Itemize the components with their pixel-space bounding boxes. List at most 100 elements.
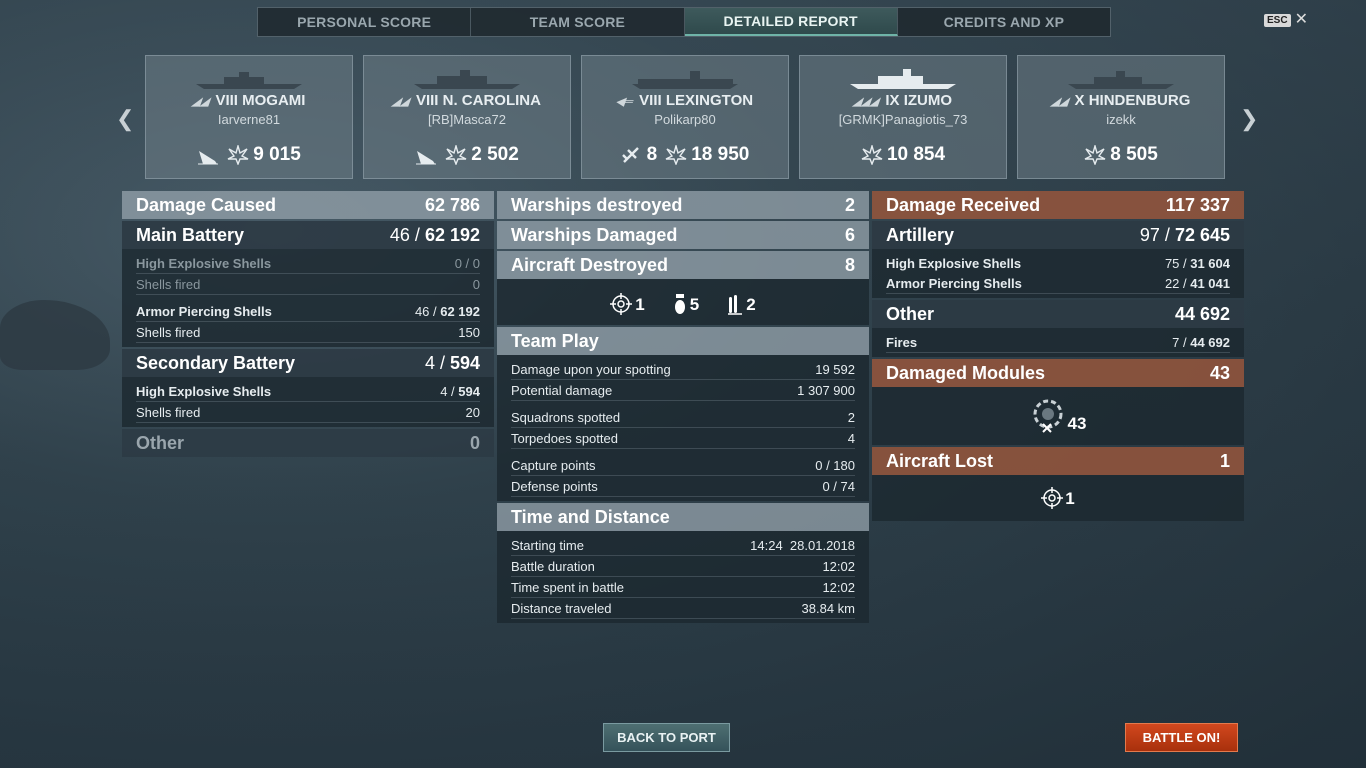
close-icon[interactable]: ✕: [1295, 12, 1308, 28]
damage-value: 594: [458, 383, 480, 399]
stat: 8: [621, 144, 657, 166]
stat: 10 854: [861, 144, 945, 166]
row-label: Damage upon your spotting: [511, 361, 671, 377]
header-value: 0: [469, 432, 480, 453]
header-value: 8: [844, 254, 855, 275]
row-label: Armor Piercing Shells: [886, 275, 1022, 291]
header-value: 2: [844, 194, 855, 215]
row-value: 14:24 28.01.2018: [750, 537, 855, 553]
ship-silhouette-icon: [1068, 71, 1174, 89]
damaged-modules-details: 43: [872, 387, 1244, 445]
torpedo-value: 2: [746, 295, 756, 314]
stat-row: Capture points 0 / 180: [511, 455, 855, 476]
ship-stats: 2 502: [364, 144, 570, 166]
stat-row: High Explosive Shells 0 / 0: [136, 253, 480, 274]
sinking-ship-icon: [198, 151, 219, 165]
header-label: Secondary Battery: [136, 352, 296, 373]
ship-stats: 10 854: [800, 144, 1006, 166]
row-value: 38.84 km: [801, 600, 855, 616]
stat-row: Time spent in battle 12:02: [511, 577, 855, 598]
row-label: Squadrons spotted: [511, 409, 621, 425]
header-label: Damage Caused: [136, 194, 277, 215]
aircraft-icons: 1 5 2: [511, 283, 855, 321]
ship-stats: 8 505: [1018, 144, 1224, 166]
tab-team-score[interactable]: TEAM SCORE: [471, 8, 685, 36]
header-value: 97 / 72 645: [1140, 225, 1230, 246]
stat-row: Potential damage 1 307 900: [511, 380, 855, 401]
stat-row: Shells fired 0: [136, 274, 480, 295]
row-label: Time spent in battle: [511, 579, 624, 595]
row-value: 12:02: [822, 558, 855, 574]
artillery-details: High Explosive Shells 75 / 31 604 Armor P…: [872, 249, 1244, 298]
battle-on-button[interactable]: BATTLE ON!: [1125, 723, 1238, 752]
ship-name-text: VIII N. CAROLINA: [415, 92, 541, 109]
tab-detailed-report[interactable]: DETAILED REPORT: [684, 8, 898, 36]
row-value: 2: [847, 409, 855, 425]
other-received-details: Fires 7 / 44 692: [872, 328, 1244, 357]
stat-row: Starting time 14:24 28.01.2018: [511, 535, 855, 556]
damage-value: 41 041: [1190, 275, 1230, 291]
crosshair-icon: [1041, 487, 1064, 509]
header-value: 46 / 62 192: [390, 225, 480, 246]
tab-personal-score[interactable]: PERSONAL SCORE: [258, 8, 472, 36]
damage-received-header: Damage Received 117 337: [872, 191, 1244, 219]
main-battery-details: High Explosive Shells 0 / 0 Shells fired 0…: [122, 249, 494, 347]
stat-row: Squadrons spotted 2: [511, 407, 855, 428]
ship-stats: 9 015: [146, 144, 352, 166]
row-label: Armor Piercing Shells: [136, 303, 272, 319]
ship-card[interactable]: ◢◢ VIII MOGAMI Iarverne81 9 015: [145, 55, 353, 179]
header-label: Other: [886, 303, 935, 324]
damage-value: 8 505: [1110, 144, 1158, 165]
bomb-icon: [674, 294, 685, 314]
damage-value: 62 192: [424, 224, 480, 245]
row-label: High Explosive Shells: [136, 255, 272, 271]
row-label: Shells fired: [136, 404, 201, 420]
esc-close[interactable]: ESC ✕: [1264, 12, 1308, 28]
ship-carousel: ◢◢ VIII MOGAMI Iarverne81 9 015 ◢◢ VIII N.…: [145, 55, 1225, 179]
ship-card[interactable]: ◢◢ X HINDENBURG izekk 8 505: [1017, 55, 1225, 179]
row-value: 20: [465, 404, 480, 420]
ship-class-icon: ◢◢: [190, 96, 212, 108]
row-value: 4 / 594: [440, 384, 480, 399]
tab-credits-xp[interactable]: CREDITS AND XP: [898, 8, 1110, 36]
carousel-prev-arrow-icon[interactable]: ❮: [116, 106, 134, 132]
ship-card[interactable]: ◢◢◢ IX IZUMO [GRMK]Panagiotis_73 10 854: [799, 55, 1007, 179]
header-label: Damaged Modules: [886, 362, 1046, 383]
ship-class-icon: ◀═: [614, 96, 636, 108]
ship-name-text: IX IZUMO: [885, 92, 953, 109]
stat-row: Defense points 0 / 74: [511, 476, 855, 497]
fighter-stat: 1: [610, 293, 645, 315]
aircraft-lost-header: Aircraft Lost 1: [872, 447, 1244, 475]
other-header: Other 0: [122, 429, 494, 457]
ship-class-icon: ◢◢: [390, 96, 412, 108]
stat-row: Armor Piercing Shells 46 / 62 192: [136, 301, 480, 322]
carousel-next-arrow-icon[interactable]: ❯: [1240, 106, 1258, 132]
damaged-modules-header: Damaged Modules 43: [872, 359, 1244, 387]
header-label: Main Battery: [136, 224, 245, 245]
row-label: Shells fired: [136, 324, 201, 340]
stat-row: Fires 7 / 44 692: [886, 332, 1230, 353]
damaged-module-icon: [1033, 399, 1063, 433]
back-to-port-button[interactable]: BACK TO PORT: [603, 723, 730, 752]
ship-card[interactable]: ◀═ VIII LEXINGTON Polikarp80 8 18 950: [581, 55, 789, 179]
torpedo-stat: 2: [727, 293, 756, 315]
row-label: Distance traveled: [511, 600, 612, 616]
stat: 9 015: [227, 144, 301, 166]
team-play-details: Damage upon your spotting 19 592 Potentia…: [497, 355, 869, 501]
hits-value: 4 /: [424, 352, 450, 373]
main-battery-header: Main Battery 46 / 62 192: [122, 221, 494, 249]
ship-name-text: VIII LEXINGTON: [639, 92, 754, 109]
damage-value: 31 604: [1190, 255, 1230, 271]
row-value: 19 592: [815, 361, 855, 377]
header-label: Time and Distance: [511, 506, 670, 527]
row-label: Shells fired: [136, 276, 201, 292]
header-value: 4 / 594: [425, 353, 480, 374]
header-value: 6: [844, 224, 855, 245]
player-name: Polikarp80: [654, 112, 716, 127]
ship-class-icon: ◢◢: [1049, 96, 1071, 108]
hits-value: 22 /: [1164, 275, 1191, 291]
stat: [415, 145, 437, 165]
stat-row: High Explosive Shells 4 / 594: [136, 381, 480, 402]
header-label: Aircraft Destroyed: [511, 254, 669, 275]
ship-card[interactable]: ◢◢ VIII N. CAROLINA [RB]Masca72 2 502: [363, 55, 571, 179]
